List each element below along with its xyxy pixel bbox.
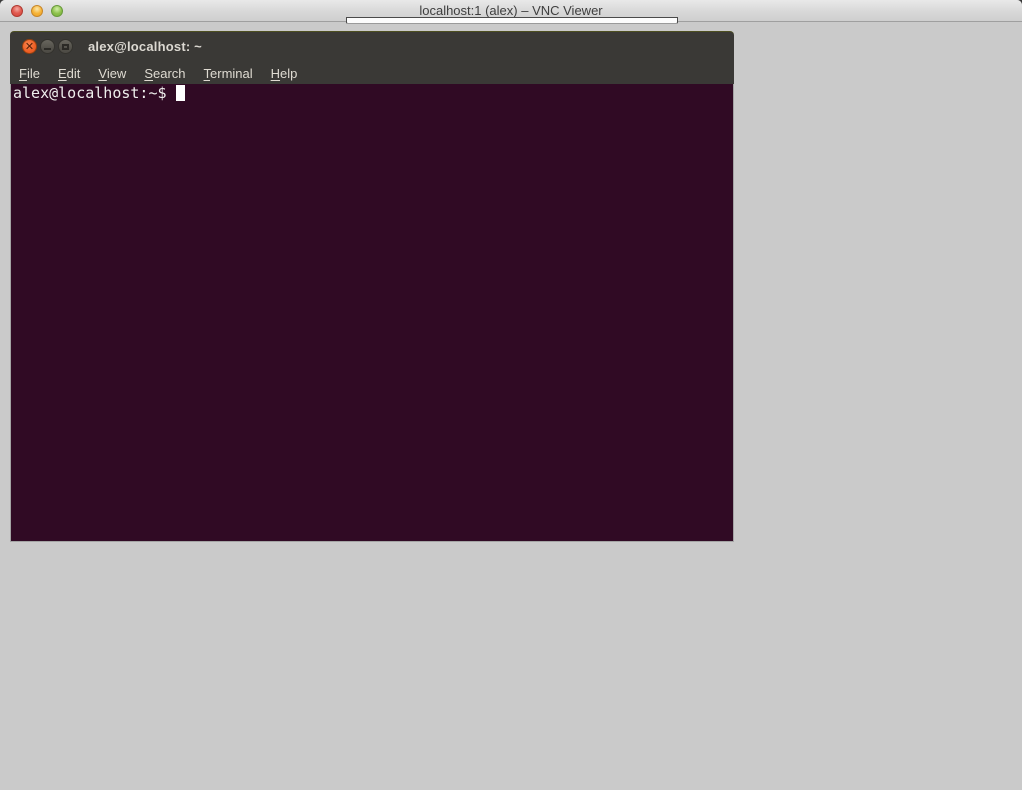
terminal-maximize-button[interactable] xyxy=(58,39,73,54)
vnc-viewer-window: localhost:1 (alex) – VNC Viewer ✕ alex@l… xyxy=(0,0,1022,790)
close-icon: ✕ xyxy=(25,41,34,52)
terminal-close-button[interactable]: ✕ xyxy=(22,39,37,54)
vnc-toolbar-tab[interactable] xyxy=(346,17,678,24)
terminal-cursor xyxy=(176,85,185,101)
minimize-icon xyxy=(44,48,51,50)
menu-item-file[interactable]: File xyxy=(10,64,49,83)
menu-item-terminal[interactable]: Terminal xyxy=(195,64,262,83)
menu-item-view[interactable]: View xyxy=(89,64,135,83)
terminal-title: alex@localhost: ~ xyxy=(88,39,202,54)
remote-desktop: ✕ alex@localhost: ~ FileEditViewSearchTe… xyxy=(0,22,1022,790)
menu-item-edit[interactable]: Edit xyxy=(49,64,89,83)
terminal-window: ✕ alex@localhost: ~ FileEditViewSearchTe… xyxy=(10,31,734,542)
prompt-line: alex@localhost:~$ xyxy=(13,85,733,102)
terminal-screen[interactable]: alex@localhost:~$ xyxy=(10,84,734,542)
terminal-titlebar[interactable]: ✕ alex@localhost: ~ xyxy=(10,32,734,61)
terminal-header: ✕ alex@localhost: ~ FileEditViewSearchTe… xyxy=(10,31,734,84)
shell-prompt: alex@localhost:~$ xyxy=(13,84,167,102)
terminal-minimize-button[interactable] xyxy=(40,39,55,54)
terminal-menubar: FileEditViewSearchTerminalHelp xyxy=(10,61,734,85)
menu-item-help[interactable]: Help xyxy=(262,64,307,83)
menu-item-search[interactable]: Search xyxy=(135,64,194,83)
maximize-icon xyxy=(62,44,69,50)
